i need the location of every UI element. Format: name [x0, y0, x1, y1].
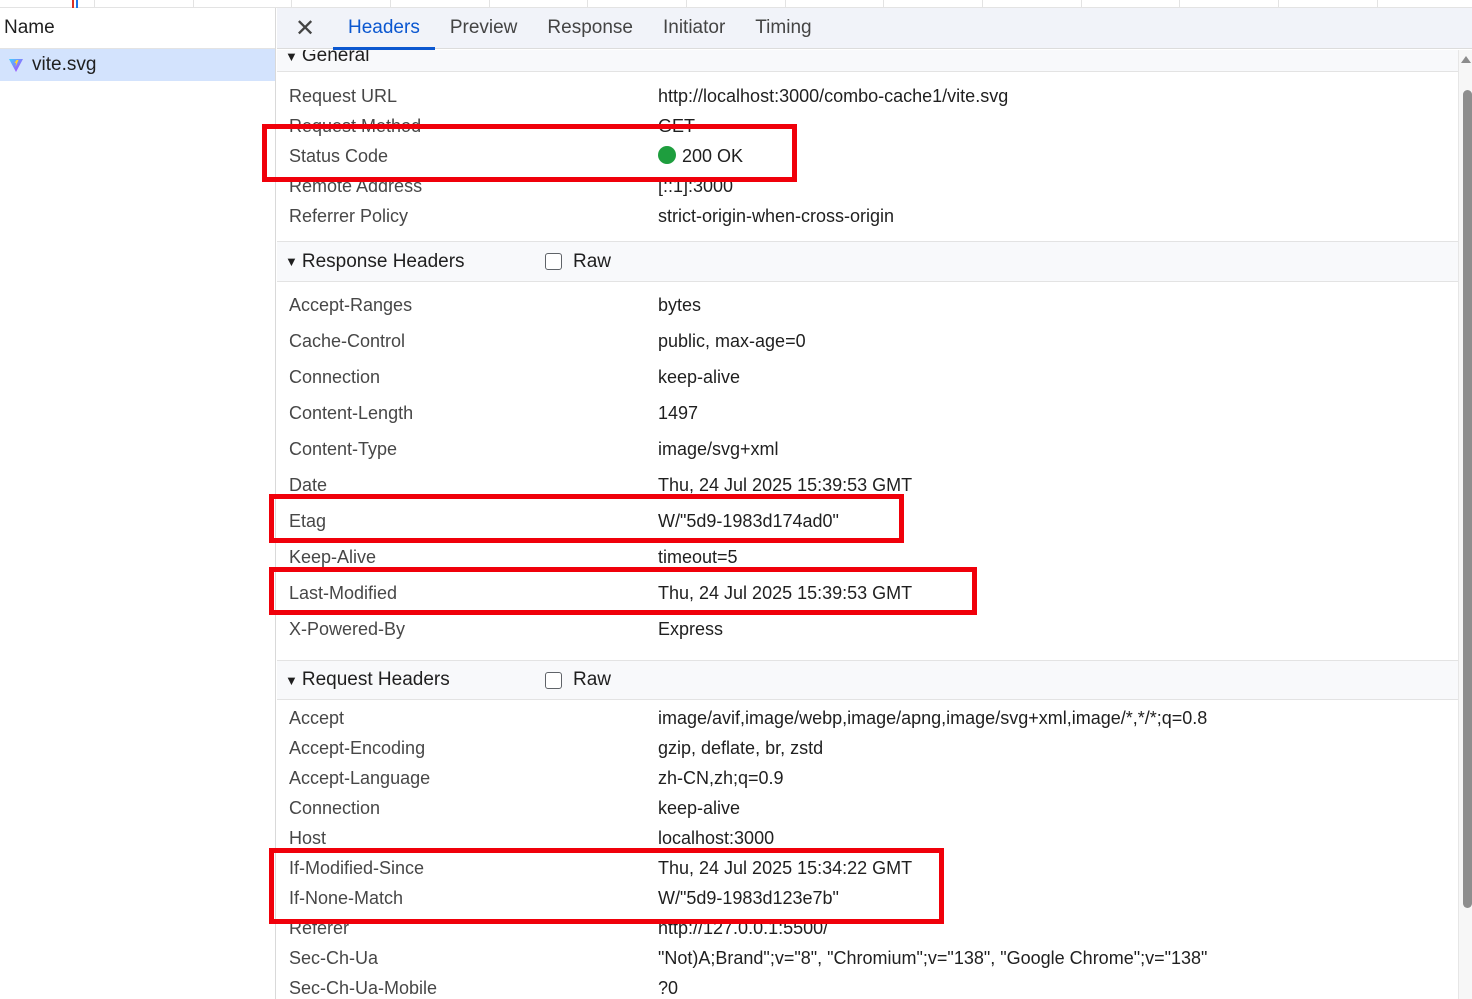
header-value: image/svg+xml — [658, 439, 779, 459]
header-value: gzip, deflate, br, zstd — [658, 738, 824, 758]
header-value: "Not)A;Brand";v="8", "Chromium";v="138",… — [658, 948, 1208, 968]
raw-label: Raw — [573, 250, 612, 272]
close-icon[interactable]: ✕ — [277, 14, 333, 43]
tab-label: Initiator — [662, 17, 726, 38]
triangle-down-icon: ▼ — [285, 50, 298, 64]
header-value: keep-alive — [658, 367, 741, 387]
header-key: Sec-Ch-Ua-Mobile — [289, 978, 438, 998]
scroll-up-arrow-icon[interactable] — [1461, 56, 1471, 63]
header-key: Date — [289, 475, 328, 495]
header-value: Express — [658, 619, 724, 639]
header-key: Accept-Encoding — [289, 738, 426, 758]
scrollbar-thumb[interactable] — [1463, 90, 1472, 908]
triangle-down-icon: ▼ — [285, 254, 298, 269]
timeline-tick — [883, 0, 884, 8]
timeline-marker-blue — [76, 0, 78, 8]
timeline-tick — [291, 0, 292, 8]
section-title: Request Headers — [301, 669, 450, 690]
tab-label: Headers — [348, 17, 420, 38]
tab-label: Preview — [449, 17, 518, 38]
highlight-box-status-code — [262, 124, 797, 182]
header-key: Accept-Ranges — [289, 295, 413, 315]
header-key: Request URL — [289, 86, 398, 106]
header-key: Content-Type — [289, 439, 398, 459]
response-headers-section-header[interactable]: ▼ Response Headers Raw — [277, 241, 1458, 282]
tab-initiator[interactable]: Initiator — [648, 8, 740, 49]
timeline-tick — [1377, 0, 1378, 8]
header-key: Cache-Control — [289, 331, 406, 351]
general-section-header[interactable]: ▼ General — [277, 50, 1458, 72]
header-key: Connection — [289, 367, 381, 387]
request-row[interactable]: vite.svg — [0, 49, 275, 81]
raw-label: Raw — [573, 669, 612, 690]
raw-toggle[interactable]: Raw — [545, 251, 611, 273]
tab-headers[interactable]: Headers — [333, 8, 435, 50]
timeline-tick — [1278, 0, 1279, 8]
header-key: Content-Length — [289, 403, 414, 423]
header-value: 1497 — [658, 403, 699, 423]
name-column-label: Name — [4, 17, 55, 38]
triangle-down-icon: ▼ — [285, 672, 298, 688]
header-value: timeout=5 — [658, 547, 738, 567]
request-name: vite.svg — [32, 54, 97, 75]
header-key: Referrer Policy — [289, 206, 409, 226]
header-value: ?0 — [658, 978, 679, 998]
header-key: Sec-Ch-Ua — [289, 948, 379, 968]
timeline-tick — [982, 0, 983, 8]
header-key: Accept-Language — [289, 768, 431, 788]
header-key: X-Powered-By — [289, 619, 406, 639]
timeline-tick — [193, 0, 194, 8]
header-value: zh-CN,zh;q=0.9 — [658, 768, 784, 788]
header-key: Host — [289, 828, 327, 848]
raw-checkbox[interactable] — [545, 253, 562, 270]
section-title: Response Headers — [301, 250, 465, 272]
vite-icon — [9, 59, 23, 72]
header-key: Accept — [289, 708, 345, 728]
vertical-scrollbar[interactable] — [1458, 50, 1472, 999]
header-value: Thu, 24 Jul 2025 15:39:53 GMT — [658, 475, 913, 495]
header-value: strict-origin-when-cross-origin — [658, 206, 895, 226]
request-headers-section-header[interactable]: ▼ Request Headers Raw — [277, 660, 1458, 700]
timeline-tick — [1179, 0, 1180, 8]
timeline-tick — [94, 0, 95, 8]
tab-response[interactable]: Response — [532, 8, 648, 49]
header-value: keep-alive — [658, 798, 741, 818]
raw-toggle[interactable]: Raw — [545, 669, 611, 691]
tab-label: Response — [547, 17, 633, 38]
header-value: localhost:3000 — [658, 828, 775, 848]
header-value: image/avif,image/webp,image/apng,image/s… — [658, 708, 1208, 728]
header-key: Connection — [289, 798, 381, 818]
header-value: http://localhost:3000/combo-cache1/vite.… — [658, 86, 1009, 106]
timeline-marker-red — [72, 0, 74, 8]
highlight-box-last-modified — [269, 567, 977, 615]
tab-timing[interactable]: Timing — [740, 8, 826, 49]
timeline-tick — [1081, 0, 1082, 8]
header-value: bytes — [658, 295, 702, 315]
highlight-box-etag — [269, 494, 904, 543]
header-value: public, max-age=0 — [658, 331, 806, 351]
detail-tabbar: ✕ Headers Preview Response Initiator Tim… — [277, 8, 1472, 50]
highlight-box-conditional-headers — [269, 848, 944, 924]
tab-preview[interactable]: Preview — [435, 8, 533, 49]
section-title: General — [301, 50, 370, 66]
request-list: Name vite.svg — [0, 8, 276, 999]
name-column-header[interactable]: Name — [0, 8, 275, 49]
raw-checkbox[interactable] — [545, 671, 562, 689]
tab-label: Timing — [755, 17, 812, 38]
header-key: Keep-Alive — [289, 547, 377, 567]
